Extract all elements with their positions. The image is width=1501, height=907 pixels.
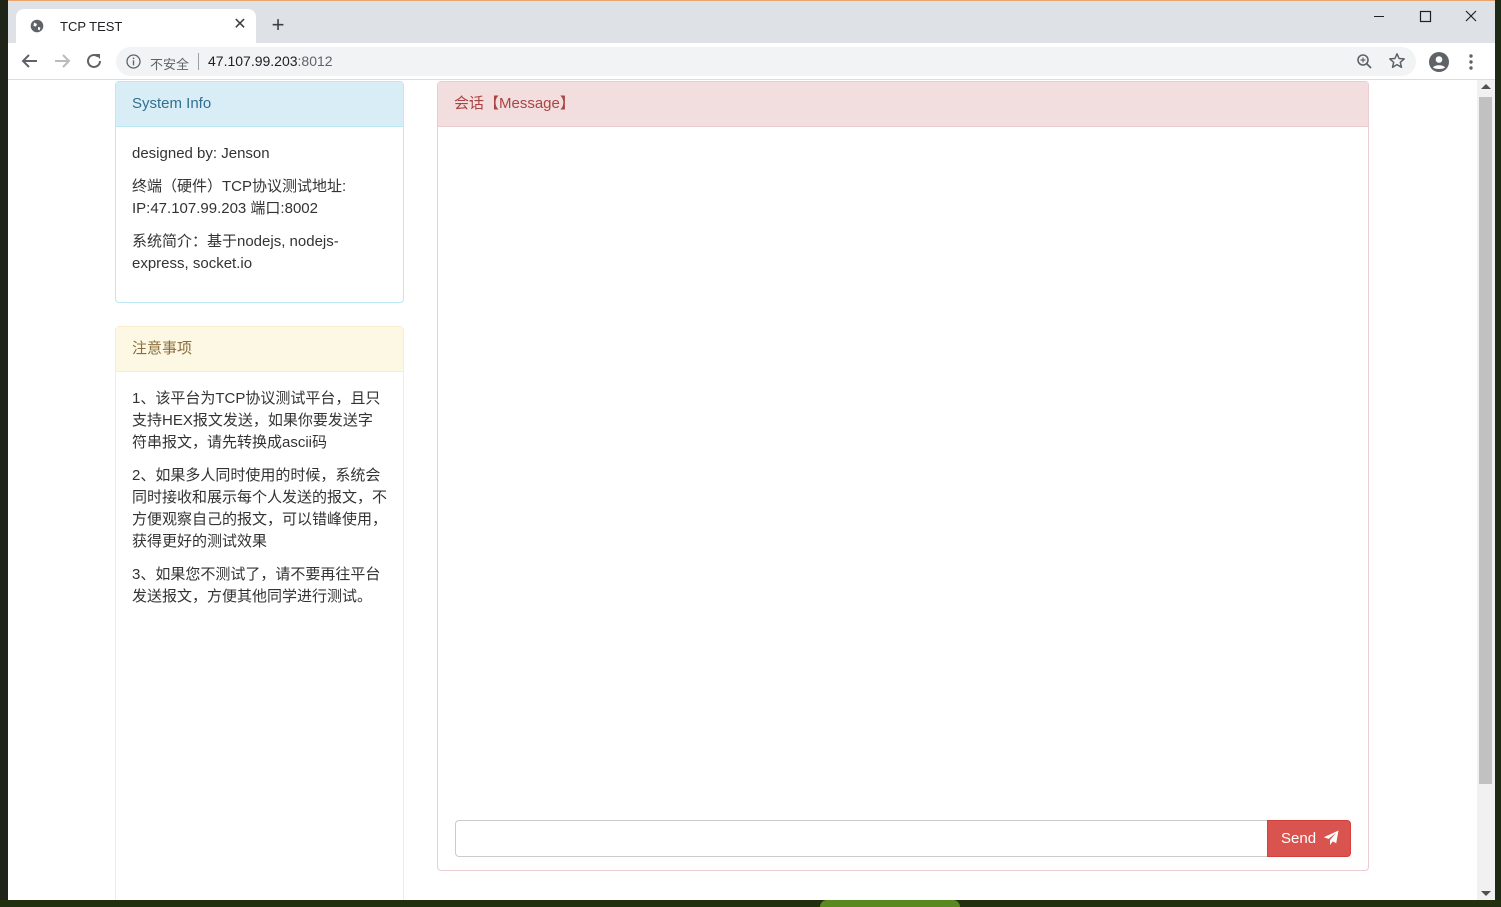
desktop-background [0,0,8,907]
desktop-background-bottom [0,900,1501,907]
paper-plane-icon [1323,830,1339,845]
maximize-icon[interactable] [1402,1,1448,31]
send-button-label: Send [1281,830,1317,847]
system-info-designer: designed by: Jenson [132,145,270,162]
system-info-address: 终端（硬件）TCP协议测试地址: IP:47.107.99.203 端口:800… [132,178,347,217]
globe-icon [30,19,44,33]
profile-avatar-icon[interactable] [1428,51,1450,73]
bookmark-star-icon[interactable] [1388,52,1406,70]
message-log [438,127,1368,817]
reload-icon[interactable] [82,49,106,73]
back-arrow-icon[interactable] [18,49,42,73]
scroll-thumb[interactable] [1479,97,1492,784]
notice-item: 3、如果您不测试了，请不要再往平台发送报文，方便其他同学进行测试。 [132,566,381,605]
system-info-panel: System Info designed by: Jenson 终端（硬件）TC… [115,81,404,303]
notice-panel: 注意事项 1、该平台为TCP协议测试平台，且只支持HEX报文发送，如果你要发送字… [115,326,404,900]
browser-tab[interactable]: TCP TEST ✕ [16,9,256,43]
minimize-icon[interactable] [1356,1,1402,31]
tab-close-icon[interactable]: ✕ [230,15,250,35]
info-icon[interactable] [126,54,141,69]
forward-arrow-icon[interactable] [50,49,74,73]
divider [198,53,199,70]
scroll-down-arrow[interactable] [1481,891,1491,896]
system-info-description: 系统简介：基于nodejs, nodejs-express, socket.io [132,233,339,272]
message-title: 会话【Message】 [438,82,1368,127]
send-button[interactable]: Send [1267,820,1351,857]
browser-window: TCP TEST ✕ + 不安全 47.107.99.203:8012 Syst… [8,0,1495,900]
message-panel: 会话【Message】 Send [437,81,1369,871]
notice-title: 注意事项 [116,327,403,372]
scroll-up-arrow[interactable] [1481,84,1491,89]
window-close-icon[interactable] [1448,1,1494,31]
new-tab-button[interactable]: + [266,13,290,37]
url-text[interactable]: 47.107.99.203:8012 [208,53,333,69]
zoom-icon[interactable] [1356,53,1373,70]
message-input[interactable] [455,820,1268,857]
notice-item: 2、如果多人同时使用的时候，系统会同时接收和展示每个人发送的报文，不方便观察自己… [132,467,388,550]
page-scrollbar[interactable] [1477,80,1495,900]
system-info-title: System Info [116,82,403,127]
page-content: System Info designed by: Jenson 终端（硬件）TC… [8,80,1477,900]
tab-title: TCP TEST [60,19,123,34]
browser-toolbar: 不安全 47.107.99.203:8012 [8,43,1495,80]
more-menu-icon[interactable] [1463,52,1479,72]
address-bar[interactable]: 不安全 47.107.99.203:8012 [116,47,1416,76]
notice-item: 1、该平台为TCP协议测试平台，且只支持HEX报文发送，如果你要发送字符串报文，… [132,390,381,451]
insecure-label: 不安全 [150,57,190,72]
tab-strip: TCP TEST ✕ + [8,1,1495,43]
